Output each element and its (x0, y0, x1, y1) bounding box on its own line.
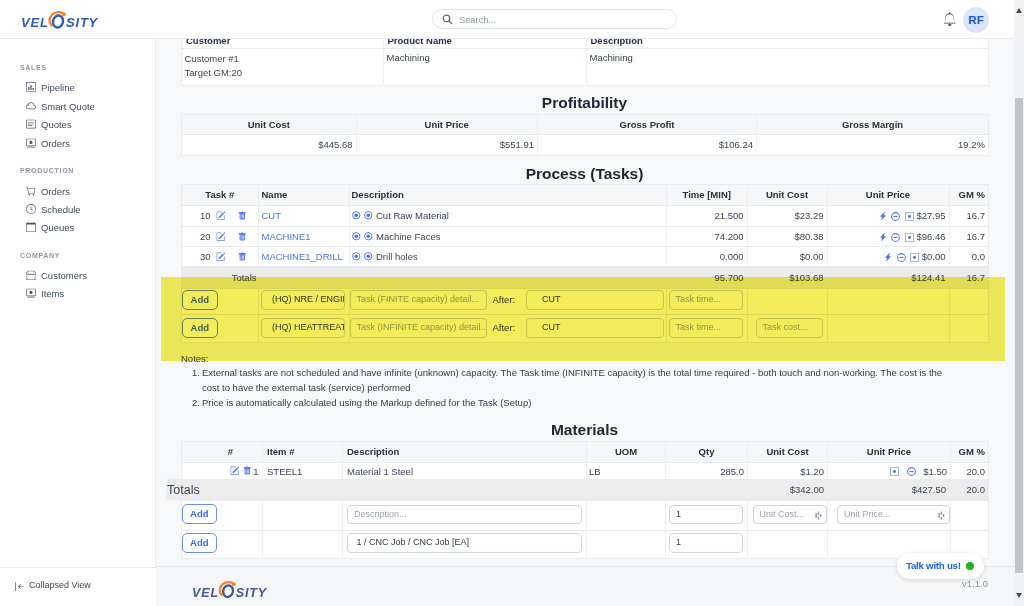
svg-text:VEL: VEL (21, 15, 49, 30)
svg-text:SITY: SITY (66, 15, 99, 30)
svg-text:VEL: VEL (192, 586, 219, 600)
svg-text:SITY: SITY (236, 586, 268, 600)
